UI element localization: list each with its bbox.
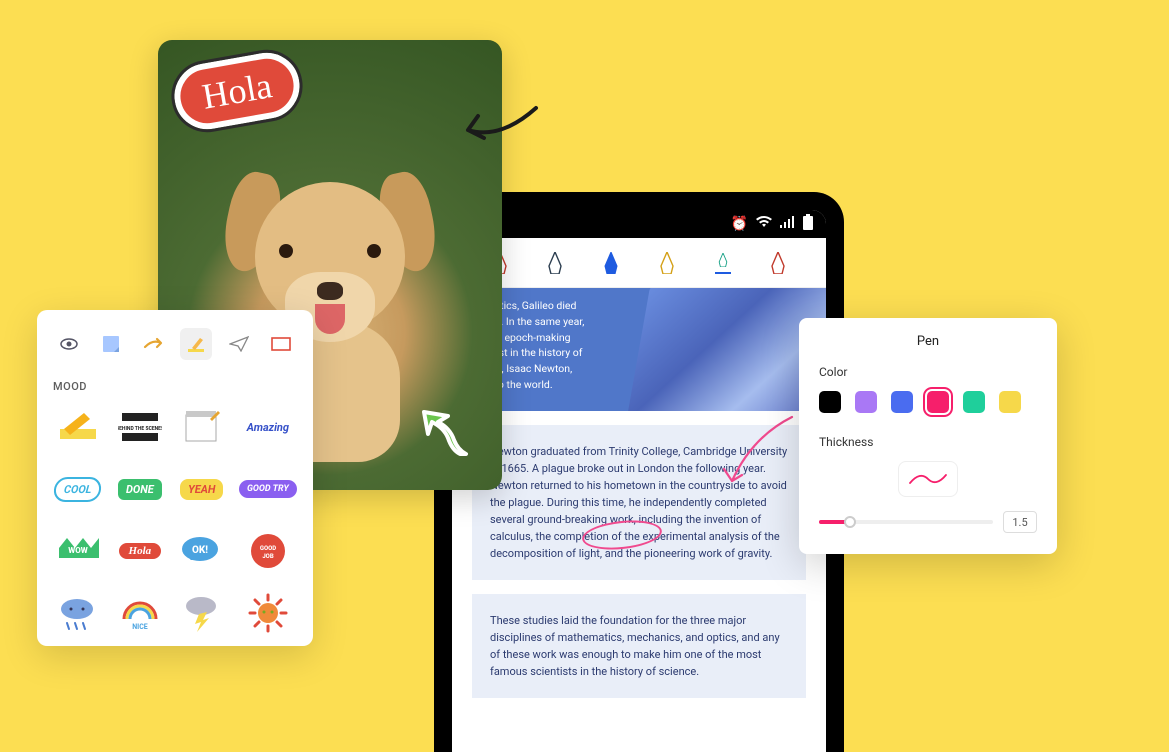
thickness-value: 1.5: [1003, 511, 1037, 533]
send-tool[interactable]: [223, 328, 255, 360]
thickness-slider[interactable]: [819, 520, 993, 524]
battery-icon: [802, 214, 814, 234]
svg-text:GOOD: GOOD: [260, 545, 276, 552]
svg-text:OK!: OK!: [192, 545, 208, 556]
swoosh-tool[interactable]: [138, 328, 170, 360]
sticker-notepad[interactable]: [177, 405, 227, 449]
sticker-wow[interactable]: WOW: [53, 529, 103, 573]
sticker-rain-cloud[interactable]: [53, 591, 103, 635]
sticker-good-job[interactable]: GOODJOB: [239, 529, 297, 573]
svg-text:BEHIND THE SCENES: BEHIND THE SCENES: [118, 426, 162, 432]
alarm-icon: ⏰: [731, 216, 748, 232]
hand-drawn-arrow-icon: [450, 94, 540, 154]
sticker-storm[interactable]: [177, 591, 227, 635]
thickness-label: Thickness: [819, 435, 1037, 449]
pen-panel-title: Pen: [819, 334, 1037, 349]
signal-icon: [780, 216, 794, 232]
thickness-slider-row: 1.5: [819, 511, 1037, 533]
pen-toolbar: [452, 238, 826, 288]
hola-sticker: Hola: [169, 48, 305, 135]
pen-tool-4[interactable]: [659, 252, 675, 274]
doc-paragraph-2: These studies laid the foundation for th…: [472, 594, 806, 698]
color-swatch-purple[interactable]: [855, 391, 877, 413]
status-bar: ⏰: [452, 210, 826, 238]
pen-tool-6[interactable]: [770, 252, 786, 274]
stroke-preview: [898, 461, 958, 497]
doc-header-block: kinematics, Galileo died in 1643. In the…: [452, 288, 826, 411]
sticker-cool[interactable]: COOL: [53, 467, 103, 511]
color-label: Color: [819, 365, 1037, 379]
abstract-illustration: [626, 288, 826, 411]
sticker-done[interactable]: DONE: [115, 467, 165, 511]
highlight-tool[interactable]: [180, 328, 212, 360]
sticker-grid: BEHIND THE SCENES Amazing COOL DONE YEAH…: [53, 405, 297, 635]
sticker-behind-scenes[interactable]: BEHIND THE SCENES: [115, 405, 165, 449]
doc-paragraph-1: Newton graduated from Trinity College, C…: [472, 425, 806, 580]
sticker-hola[interactable]: Hola: [115, 529, 165, 573]
frame-tool[interactable]: [265, 328, 297, 360]
sticker-sun[interactable]: [239, 591, 297, 635]
color-swatch-teal[interactable]: [963, 391, 985, 413]
note-tool[interactable]: [95, 328, 127, 360]
color-swatch-blue[interactable]: [891, 391, 913, 413]
wifi-icon: [756, 216, 772, 232]
sticker-amazing[interactable]: Amazing: [239, 405, 297, 449]
pen-tool-5[interactable]: [715, 252, 731, 274]
sticker-yeah[interactable]: YEAH: [177, 467, 227, 511]
pen-tool-2[interactable]: [547, 252, 563, 274]
color-swatch-yellow[interactable]: [999, 391, 1021, 413]
sticker-ok[interactable]: OK!: [177, 529, 227, 573]
svg-text:WOW: WOW: [68, 546, 87, 555]
pen-settings-panel: Pen Color Thickness 1.5: [799, 318, 1057, 554]
color-swatch-row: [819, 391, 1037, 413]
tablet-screen: ⏰ kinematics, Galileo died in 1643. In t…: [452, 210, 826, 752]
mood-section-label: MOOD: [53, 380, 297, 393]
green-arrow-sticker: [418, 406, 478, 466]
eye-tool[interactable]: [53, 328, 85, 360]
sticker-panel: MOOD BEHIND THE SCENES Amazing COOL DONE…: [37, 310, 313, 646]
doc-text: These studies laid the foundation for th…: [490, 614, 780, 678]
doc-text: Newton graduated from Trinity College, C…: [490, 445, 787, 560]
sticker-good-try[interactable]: GOOD TRY: [239, 467, 297, 511]
pen-tool-3[interactable]: [603, 252, 619, 274]
sticker-awesome[interactable]: [53, 405, 103, 449]
sticker-nice-rainbow[interactable]: NICE: [115, 591, 165, 635]
svg-text:NICE: NICE: [132, 623, 148, 631]
color-swatch-black[interactable]: [819, 391, 841, 413]
color-swatch-pink[interactable]: [927, 391, 949, 413]
sticker-tool-row: [53, 328, 297, 360]
svg-text:JOB: JOB: [262, 553, 274, 560]
